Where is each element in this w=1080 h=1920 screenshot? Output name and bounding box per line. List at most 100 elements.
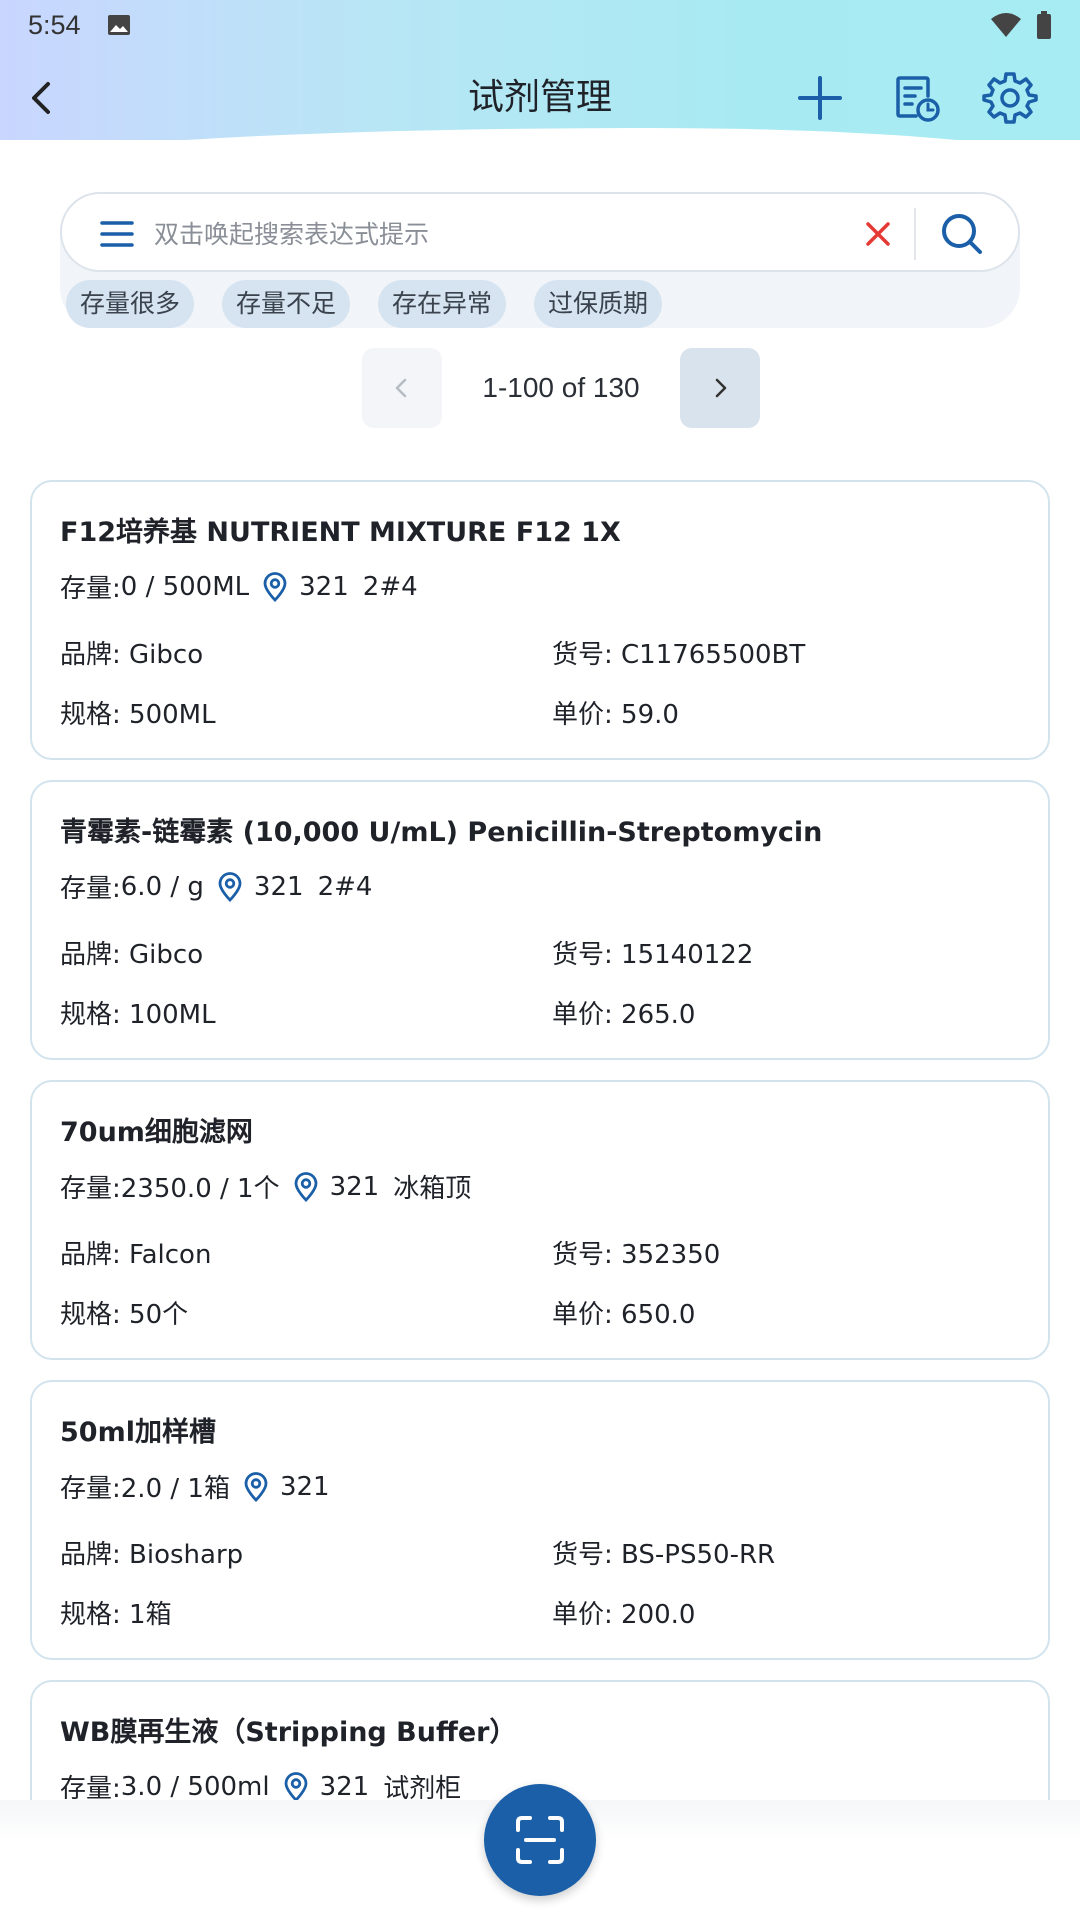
price-value: 265.0 bbox=[621, 1000, 696, 1030]
stock-value: 6.0 / g bbox=[120, 871, 204, 902]
wifi-icon bbox=[991, 13, 1021, 37]
location-position: 2#4 bbox=[362, 571, 418, 602]
spec-value: 500ML bbox=[129, 700, 216, 730]
chip-expired[interactable]: 过保质期 bbox=[534, 280, 663, 328]
search-panel: 存量很多 存量不足 存在异常 过保质期 bbox=[60, 192, 1020, 328]
code-field: 货号: BS-PS50-RR bbox=[552, 1534, 775, 1571]
spec-field: 规格: 1箱 bbox=[60, 1594, 172, 1631]
stock-row: 存量: 0 / 500ML 321 2#4 bbox=[60, 568, 418, 605]
code-field: 货号: 15140122 bbox=[552, 934, 753, 971]
location-pin-icon bbox=[294, 1171, 317, 1202]
search-input[interactable] bbox=[154, 212, 714, 256]
clear-icon[interactable] bbox=[858, 214, 898, 254]
spec-field: 规格: 100ML bbox=[60, 994, 216, 1031]
next-page-button[interactable] bbox=[680, 348, 760, 428]
stock-label: 存量: bbox=[60, 1774, 121, 1800]
brand-label: 品牌: bbox=[60, 940, 130, 970]
code-value: 15140122 bbox=[621, 940, 754, 970]
stock-value: 0 / 500ML bbox=[120, 571, 250, 602]
brand-label: 品牌: bbox=[60, 1540, 130, 1570]
menu-icon[interactable] bbox=[100, 218, 134, 250]
gear-icon[interactable] bbox=[982, 70, 1038, 126]
stock-row: 存量: 2.0 / 1箱 321 bbox=[60, 1468, 344, 1505]
brand-field: 品牌: Falcon bbox=[60, 1234, 211, 1271]
brand-value: Falcon bbox=[129, 1240, 212, 1270]
filter-chips: 存量很多 存量不足 存在异常 过保质期 bbox=[66, 280, 663, 328]
spec-field: 规格: 50个 bbox=[60, 1294, 188, 1331]
scan-button[interactable] bbox=[484, 1784, 596, 1896]
stock-label: 存量: bbox=[60, 574, 121, 604]
reagent-list: F12培养基 NUTRIENT MIXTURE F12 1X 存量: 0 / 5… bbox=[0, 470, 1080, 1800]
price-label: 单价: bbox=[552, 1600, 622, 1630]
code-label: 货号: bbox=[552, 1540, 622, 1570]
pagination: 1-100 of 130 bbox=[362, 348, 760, 428]
spec-value: 100ML bbox=[129, 1000, 216, 1030]
price-field: 单价: 200.0 bbox=[552, 1594, 695, 1631]
reagent-card[interactable]: F12培养基 NUTRIENT MIXTURE F12 1X 存量: 0 / 5… bbox=[30, 480, 1050, 760]
chevron-right-icon bbox=[715, 378, 727, 398]
location-room: 321 bbox=[253, 871, 304, 902]
price-value: 200.0 bbox=[621, 1600, 696, 1630]
prev-page-button[interactable] bbox=[362, 348, 442, 428]
stock-value: 3.0 / 500ml bbox=[120, 1771, 270, 1801]
price-label: 单价: bbox=[552, 1000, 622, 1030]
reagent-name: 50ml加样槽 bbox=[60, 1417, 216, 1448]
price-field: 单价: 265.0 bbox=[552, 994, 695, 1031]
code-value: 352350 bbox=[621, 1240, 721, 1270]
chevron-left-icon bbox=[395, 378, 407, 398]
brand-field: 品牌: Gibco bbox=[60, 634, 203, 671]
image-notification-icon bbox=[107, 15, 130, 35]
price-field: 单价: 59.0 bbox=[552, 694, 679, 731]
code-value: C11765500BT bbox=[621, 640, 806, 670]
stock-row: 存量: 3.0 / 500ml 321 试剂柜 bbox=[60, 1768, 461, 1800]
chip-abnormal[interactable]: 存在异常 bbox=[378, 280, 507, 328]
status-time: 5:54 bbox=[28, 9, 81, 40]
brand-value: Biosharp bbox=[129, 1540, 244, 1570]
location-position: 试剂柜 bbox=[383, 1774, 462, 1800]
brand-label: 品牌: bbox=[60, 1240, 130, 1270]
spec-label: 规格: bbox=[60, 1600, 130, 1630]
chip-plenty-stock[interactable]: 存量很多 bbox=[66, 280, 195, 328]
status-bar: 5:54 bbox=[0, 0, 1080, 50]
location-room: 321 bbox=[329, 1171, 380, 1202]
report-history-icon[interactable] bbox=[888, 70, 944, 126]
reagent-card[interactable]: 50ml加样槽 存量: 2.0 / 1箱 321 品牌: Biosharp 货号… bbox=[30, 1380, 1050, 1660]
stock-row: 存量: 6.0 / g 321 2#4 bbox=[60, 868, 372, 905]
price-field: 单价: 650.0 bbox=[552, 1294, 695, 1331]
brand-value: Gibco bbox=[129, 940, 204, 970]
page-range: 1-100 of 130 bbox=[482, 372, 640, 403]
brand-field: 品牌: Biosharp bbox=[60, 1534, 243, 1571]
reagent-name: F12培养基 NUTRIENT MIXTURE F12 1X bbox=[60, 517, 621, 548]
code-label: 货号: bbox=[552, 940, 622, 970]
spec-value: 50个 bbox=[129, 1300, 189, 1330]
location-room: 321 bbox=[279, 1471, 330, 1502]
stock-label: 存量: bbox=[60, 1474, 121, 1504]
search-icon[interactable] bbox=[938, 210, 986, 258]
stock-label: 存量: bbox=[60, 874, 121, 904]
reagent-card[interactable]: 青霉素-链霉素 (10,000 U/mL) Penicillin-Strepto… bbox=[30, 780, 1050, 1060]
chip-low-stock[interactable]: 存量不足 bbox=[222, 280, 351, 328]
brand-label: 品牌: bbox=[60, 640, 130, 670]
spec-label: 规格: bbox=[60, 1000, 130, 1030]
add-icon[interactable] bbox=[792, 70, 848, 126]
brand-field: 品牌: Gibco bbox=[60, 934, 203, 971]
price-label: 单价: bbox=[552, 700, 622, 730]
code-value: BS-PS50-RR bbox=[621, 1540, 776, 1570]
location-position: 2#4 bbox=[317, 871, 373, 902]
reagent-name: 70um细胞滤网 bbox=[60, 1117, 253, 1148]
code-label: 货号: bbox=[552, 640, 622, 670]
reagent-name: WB膜再生液（Stripping Buffer） bbox=[60, 1717, 517, 1748]
stock-value: 2350.0 / 1个 bbox=[120, 1174, 280, 1204]
stock-value: 2.0 / 1箱 bbox=[120, 1474, 230, 1504]
reagent-card[interactable]: 70um细胞滤网 存量: 2350.0 / 1个 321 冰箱顶 品牌: Fal… bbox=[30, 1080, 1050, 1360]
price-label: 单价: bbox=[552, 1300, 622, 1330]
location-pin-icon bbox=[244, 1471, 268, 1502]
title-bar: 试剂管理 bbox=[0, 60, 1080, 136]
price-value: 650.0 bbox=[621, 1300, 696, 1330]
price-value: 59.0 bbox=[621, 700, 679, 730]
reagent-card[interactable]: WB膜再生液（Stripping Buffer） 存量: 3.0 / 500ml… bbox=[30, 1680, 1050, 1800]
search-divider bbox=[914, 208, 916, 260]
code-field: 货号: 352350 bbox=[552, 1234, 720, 1271]
spec-field: 规格: 500ML bbox=[60, 694, 216, 731]
location-pin-icon bbox=[284, 1771, 307, 1800]
